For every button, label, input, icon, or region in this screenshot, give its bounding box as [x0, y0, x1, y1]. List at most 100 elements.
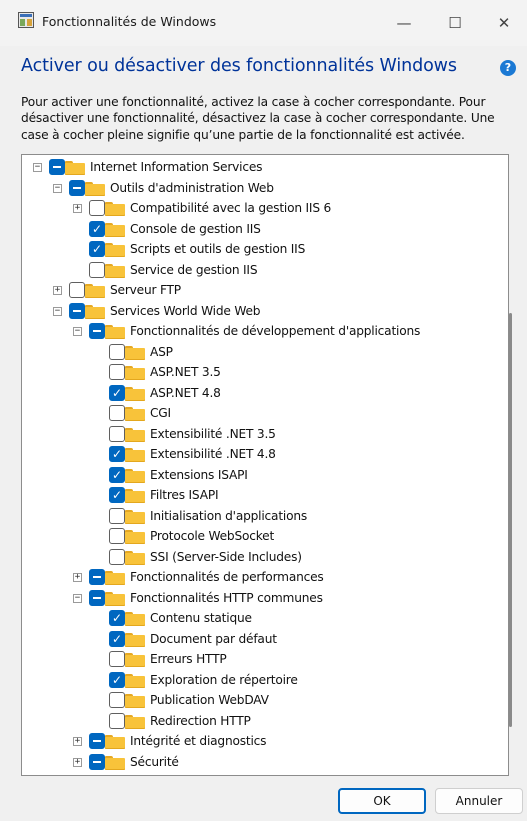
feature-checkbox[interactable]	[109, 425, 125, 442]
feature-checkbox[interactable]	[49, 159, 65, 175]
tree-item[interactable]: Protocole WebSocket	[22, 527, 502, 547]
tree-item[interactable]: ASP	[22, 343, 502, 363]
tree-item-label: Sécurité	[130, 754, 179, 769]
tree-item[interactable]: + Serveur FTP	[22, 281, 502, 301]
features-tree[interactable]: − Internet Information Services − Outils d'…	[21, 154, 509, 776]
feature-checkbox[interactable]	[89, 753, 105, 770]
feature-checkbox[interactable]: ✓	[109, 446, 125, 462]
tree-item[interactable]: ✓ Exploration de répertoire	[22, 671, 502, 691]
feature-checkbox[interactable]	[89, 200, 105, 216]
tree-item[interactable]: Erreurs HTTP	[22, 650, 502, 670]
expand-icon[interactable]: +	[73, 204, 82, 213]
folder-icon	[105, 735, 125, 749]
feature-checkbox[interactable]	[109, 364, 125, 380]
tree-item[interactable]: + Fonctionnalités de performances	[22, 568, 502, 588]
feature-checkbox[interactable]: ✓	[109, 630, 125, 647]
close-button[interactable]: ✕	[481, 8, 527, 38]
help-icon[interactable]: ?	[500, 60, 516, 76]
tree-item-label: Initialisation d'applications	[150, 508, 308, 523]
collapse-icon[interactable]: −	[53, 306, 62, 316]
feature-checkbox[interactable]	[109, 712, 125, 729]
tree-item[interactable]: − Fonctionnalités de développement d'appl…	[22, 322, 502, 342]
tree-item[interactable]: ✓ Scripts et outils de gestion IIS	[22, 240, 502, 260]
tree-item[interactable]: Redirection HTTP	[22, 712, 502, 732]
feature-checkbox[interactable]	[89, 733, 105, 749]
ok-button[interactable]: OK	[338, 788, 426, 814]
folder-icon	[105, 755, 125, 770]
expand-icon[interactable]: +	[73, 757, 82, 767]
tree-item[interactable]: + Sécurité	[22, 753, 502, 773]
folder-icon	[125, 694, 145, 708]
collapse-icon[interactable]: −	[73, 327, 82, 336]
feature-checkbox[interactable]	[69, 179, 85, 196]
feature-checkbox[interactable]	[109, 548, 125, 565]
feature-checkbox[interactable]	[89, 261, 105, 278]
feature-checkbox[interactable]	[69, 302, 85, 319]
tree-item[interactable]: − Outils d'administration Web	[22, 179, 502, 199]
tree-scrollbar-thumb[interactable]	[509, 313, 512, 727]
folder-icon	[125, 448, 145, 462]
folder-icon	[125, 653, 145, 667]
title-bar[interactable]: Fonctionnalités de Windows — ☐ ✕	[0, 0, 527, 46]
feature-checkbox[interactable]	[109, 692, 125, 708]
feature-checkbox[interactable]	[69, 282, 85, 298]
folder-icon	[125, 427, 145, 442]
folder-icon	[105, 243, 125, 257]
tree-item[interactable]: − Fonctionnalités HTTP communes	[22, 589, 502, 609]
folder-icon	[105, 325, 125, 339]
tree-item[interactable]: + Compatibilité avec la gestion IIS 6	[22, 199, 502, 219]
feature-checkbox[interactable]	[89, 569, 105, 585]
tree-item[interactable]: ✓ Contenu statique	[22, 609, 502, 629]
feature-checkbox[interactable]: ✓	[109, 610, 125, 626]
feature-checkbox[interactable]	[89, 323, 105, 339]
tree-item[interactable]: ✓ ASP.NET 4.8	[22, 384, 502, 404]
tree-item-label: Filtres ISAPI	[150, 488, 219, 502]
tree-item[interactable]: CGI	[22, 404, 502, 424]
tree-item[interactable]: ✓ Document par défaut	[22, 630, 502, 650]
tree-item[interactable]: Initialisation d'applications	[22, 507, 502, 527]
tree-item-label: Console de gestion IIS	[130, 221, 261, 236]
tree-item[interactable]: + Intégrité et diagnostics	[22, 732, 502, 752]
folder-icon	[85, 181, 105, 196]
feature-checkbox[interactable]: ✓	[89, 241, 105, 257]
tree-item[interactable]: ✓ Console de gestion IIS	[22, 220, 502, 240]
tree-item[interactable]: ✓ Filtres ISAPI	[22, 486, 502, 506]
tree-item[interactable]: ASP.NET 3.5	[22, 363, 502, 383]
page-heading: Activer ou désactiver des fonctionnalité…	[21, 56, 457, 76]
folder-icon	[125, 407, 145, 421]
feature-checkbox[interactable]	[109, 343, 125, 360]
tree-item[interactable]: Service de gestion IIS	[22, 261, 502, 281]
tree-item-label: Outils d'administration Web	[110, 180, 274, 195]
tree-item[interactable]: Publication WebDAV	[22, 691, 502, 711]
tree-item[interactable]: − Internet Information Services	[22, 158, 502, 178]
collapse-icon[interactable]: −	[73, 593, 82, 603]
tree-item[interactable]: − Services World Wide Web	[22, 302, 502, 322]
feature-checkbox[interactable]	[109, 528, 125, 544]
expand-icon[interactable]: +	[73, 737, 82, 746]
tree-item[interactable]: Extensibilité .NET 3.5	[22, 425, 502, 445]
windows-features-icon	[18, 12, 34, 28]
feature-checkbox[interactable]: ✓	[109, 384, 125, 401]
tree-item[interactable]: ✓ Extensibilité .NET 4.8	[22, 445, 502, 465]
tree-item[interactable]: SSI (Server-Side Includes)	[22, 548, 502, 568]
collapse-icon[interactable]: −	[53, 183, 62, 193]
collapse-icon[interactable]: −	[33, 163, 42, 172]
maximize-button[interactable]: ☐	[432, 8, 478, 38]
expand-icon[interactable]: +	[73, 573, 82, 582]
feature-checkbox[interactable]: ✓	[109, 466, 125, 483]
feature-checkbox[interactable]: ✓	[109, 671, 125, 688]
tree-item-label: Exploration de répertoire	[150, 672, 298, 687]
folder-icon	[105, 263, 125, 278]
minimize-button[interactable]: —	[381, 8, 427, 38]
feature-checkbox[interactable]	[109, 507, 125, 524]
feature-checkbox[interactable]: ✓	[109, 487, 125, 503]
feature-checkbox[interactable]	[109, 651, 125, 667]
tree-item[interactable]: ✓ Extensions ISAPI	[22, 466, 502, 486]
folder-icon	[125, 366, 145, 380]
feature-checkbox[interactable]	[89, 589, 105, 606]
feature-checkbox[interactable]	[109, 405, 125, 421]
cancel-button[interactable]: Annuler	[435, 788, 523, 814]
window-title: Fonctionnalités de Windows	[42, 14, 217, 29]
expand-icon[interactable]: +	[53, 286, 62, 295]
feature-checkbox[interactable]: ✓	[89, 220, 105, 237]
